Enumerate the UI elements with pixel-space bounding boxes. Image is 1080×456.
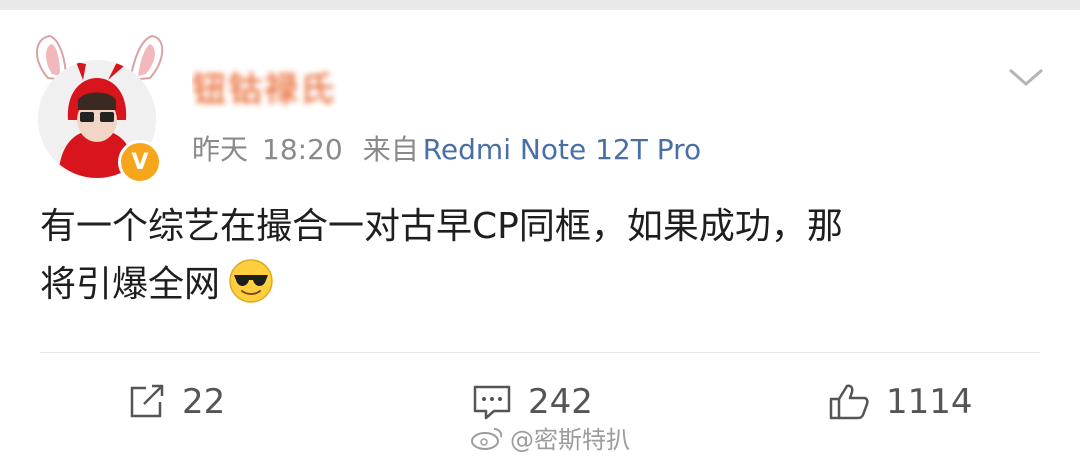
post-time: 18:20: [262, 133, 343, 166]
repost-button[interactable]: 22: [128, 382, 225, 422]
post-text-line-2-text: 将引爆全网: [40, 264, 221, 305]
weibo-post-card: V 钮钴禄氏 昨天 18:20 来自 Redmi Note 12T Pro 有一个综艺…: [0, 10, 1080, 456]
comment-button[interactable]: 242: [472, 382, 593, 422]
repost-count: 22: [182, 382, 226, 422]
device-link[interactable]: Redmi Note 12T Pro: [423, 133, 701, 166]
comment-icon: [473, 385, 511, 420]
post-date: 昨天: [192, 133, 249, 166]
like-count: 1114: [886, 382, 973, 422]
comment-count: 242: [528, 382, 593, 422]
repost-icon: [130, 384, 164, 418]
post-text: 有一个综艺在撮合一对古早CP同框，如果成功，那 将引爆全网: [40, 198, 1050, 314]
watermark: @密斯特扒: [470, 420, 630, 455]
post-text-line-2: 将引爆全网: [40, 256, 1050, 314]
username-redaction: [342, 70, 532, 100]
avatar-container[interactable]: V: [30, 30, 170, 184]
like-button[interactable]: 1114: [828, 382, 973, 422]
username[interactable]: 钮钴禄氏: [192, 62, 532, 112]
verified-badge-icon: V: [118, 140, 162, 184]
sunglasses-emoji-icon: [229, 259, 273, 303]
divider: [40, 352, 1040, 353]
watermark-text: @密斯特扒: [510, 426, 630, 454]
post-meta: 昨天 18:20 来自 Redmi Note 12T Pro: [192, 128, 701, 168]
thumbs-up-icon: [829, 384, 869, 420]
source-prefix: 来自: [362, 133, 419, 166]
post-text-line-1: 有一个综艺在撮合一对古早CP同框，如果成功，那: [40, 206, 843, 247]
chevron-down-icon[interactable]: [1006, 62, 1046, 92]
weibo-logo-icon: [471, 427, 503, 450]
